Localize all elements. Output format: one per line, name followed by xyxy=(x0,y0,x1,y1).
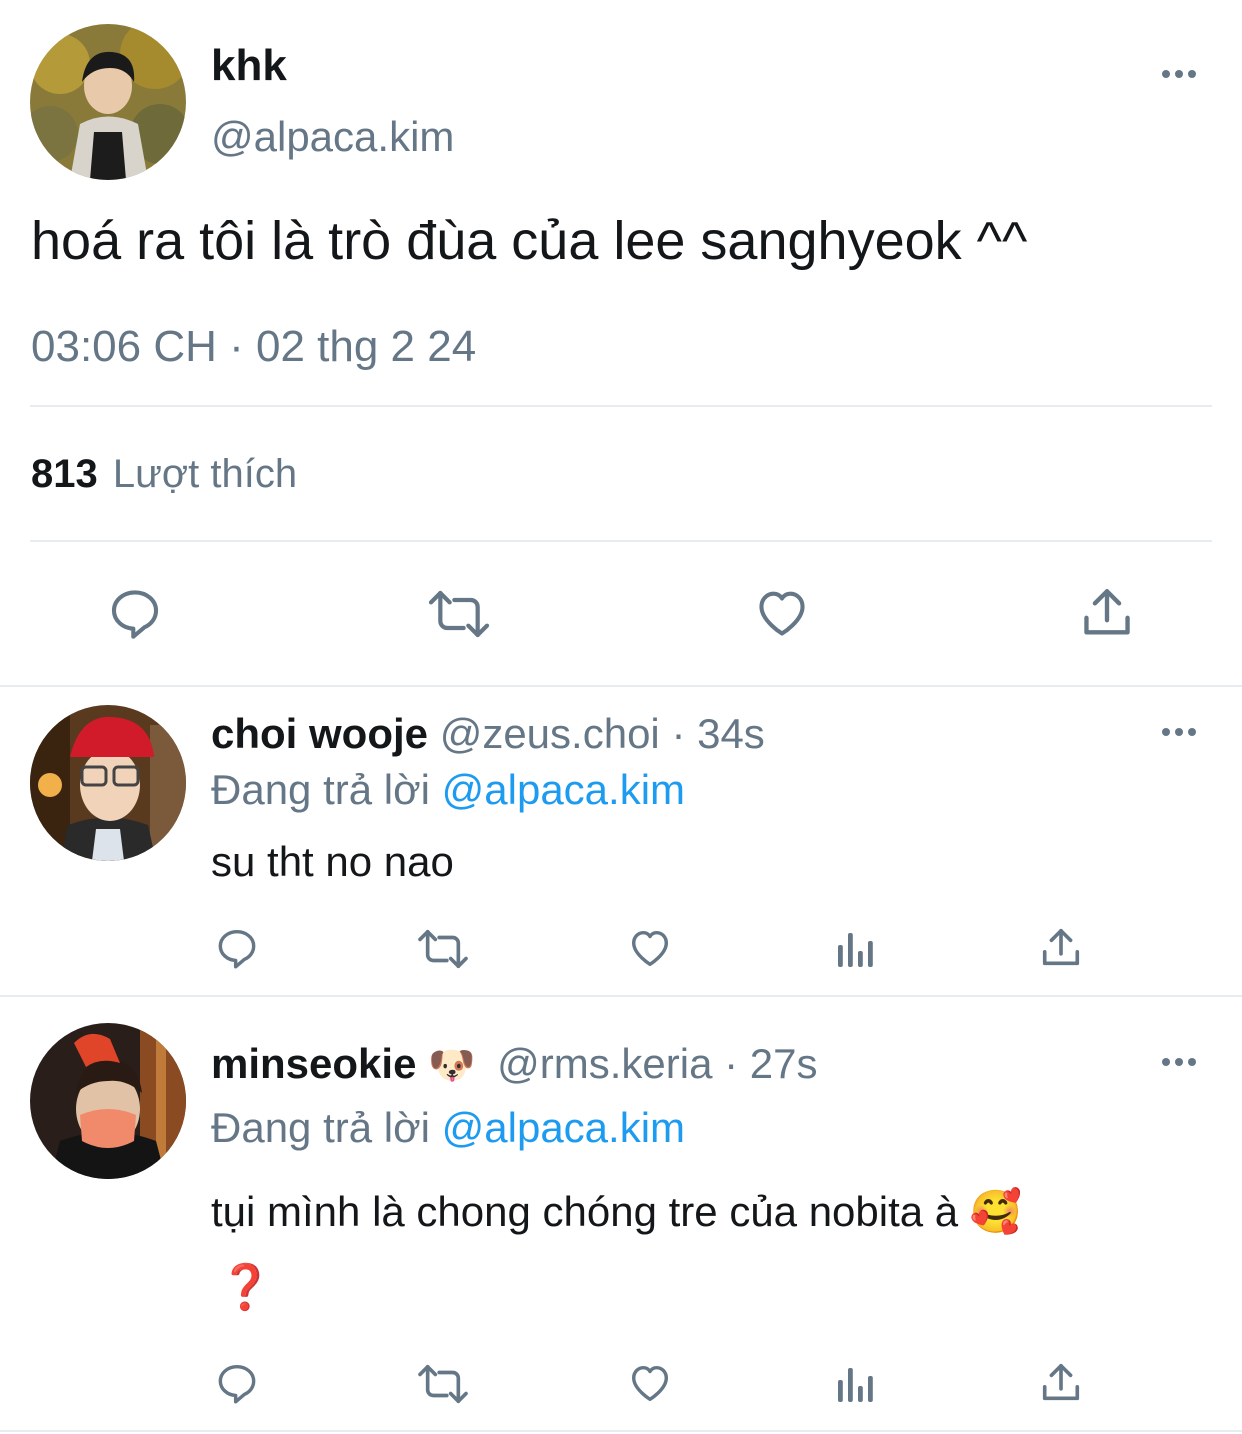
reply-time: · 34s xyxy=(671,710,765,757)
smiling-face-hearts-emoji: 🥰 xyxy=(969,1188,1023,1235)
tweet-timestamp[interactable]: 03:06 CH · 02 thg 2 24 xyxy=(31,320,476,374)
like-icon[interactable] xyxy=(626,925,674,971)
tweet-text: hoá ra tôi là trò đùa của lee sanghyeok … xyxy=(31,211,1028,271)
question-mark-text: ❓ xyxy=(218,1263,273,1312)
more-options-icon[interactable] xyxy=(1160,64,1200,84)
divider xyxy=(30,540,1212,542)
replying-to-link[interactable]: @alpaca.kim xyxy=(442,766,685,813)
reply-header: choi wooje @zeus.choi · 34s xyxy=(211,708,765,760)
reply-avatar[interactable] xyxy=(30,1023,186,1179)
share-icon[interactable] xyxy=(1038,1360,1084,1406)
reply-icon[interactable] xyxy=(214,925,260,971)
reply-text: tụi mình là chong chóng tre của nobita à… xyxy=(211,1186,1022,1238)
question-mark-emoji: ❓ xyxy=(218,1262,273,1314)
retweet-icon[interactable] xyxy=(414,926,472,972)
retweet-icon[interactable] xyxy=(414,1361,472,1407)
like-icon[interactable] xyxy=(626,1360,674,1406)
reply-icon[interactable] xyxy=(106,584,164,642)
divider xyxy=(30,405,1212,407)
like-icon[interactable] xyxy=(752,584,812,642)
author-handle[interactable]: @alpaca.kim xyxy=(211,112,454,162)
analytics-icon[interactable] xyxy=(834,1362,878,1406)
retweet-icon[interactable] xyxy=(424,586,494,642)
reply-avatar[interactable] xyxy=(30,705,186,861)
analytics-icon[interactable] xyxy=(834,927,878,971)
divider xyxy=(0,685,1242,687)
replying-to: Đang trả lời @alpaca.kim xyxy=(211,764,685,816)
reply-handle[interactable]: @rms.keria xyxy=(497,1040,712,1087)
divider xyxy=(0,995,1242,997)
author-avatar[interactable] xyxy=(30,24,186,180)
author-display-name[interactable]: khk xyxy=(211,40,287,92)
divider xyxy=(0,1430,1242,1432)
reply-handle[interactable]: @zeus.choi xyxy=(440,710,660,757)
dog-emoji: 🐶 xyxy=(428,1045,476,1087)
reply-display-name[interactable]: choi wooje xyxy=(211,710,428,757)
replying-prefix: Đang trả lời xyxy=(211,766,430,813)
reply-text: su tht no nao xyxy=(211,838,454,885)
share-icon[interactable] xyxy=(1078,584,1136,642)
reply-time: · 27s xyxy=(724,1040,818,1087)
replying-prefix: Đang trả lời xyxy=(211,1104,430,1151)
likes-label: Lượt thích xyxy=(112,452,298,496)
reply-display-name[interactable]: minseokie xyxy=(211,1040,416,1087)
reply-text-content: tụi mình là chong chóng tre của nobita à xyxy=(211,1188,959,1235)
likes-count: 813 xyxy=(31,452,98,496)
likes-stat[interactable]: 813 Lượt thích xyxy=(31,449,297,499)
share-icon[interactable] xyxy=(1038,925,1084,971)
replying-to: Đang trả lời @alpaca.kim xyxy=(211,1102,685,1154)
more-options-icon[interactable] xyxy=(1160,1052,1200,1072)
more-options-icon[interactable] xyxy=(1160,722,1200,742)
replying-to-link[interactable]: @alpaca.kim xyxy=(442,1104,685,1151)
reply-header: minseokie 🐶 @rms.keria · 27s xyxy=(211,1038,817,1092)
reply-icon[interactable] xyxy=(214,1360,260,1406)
